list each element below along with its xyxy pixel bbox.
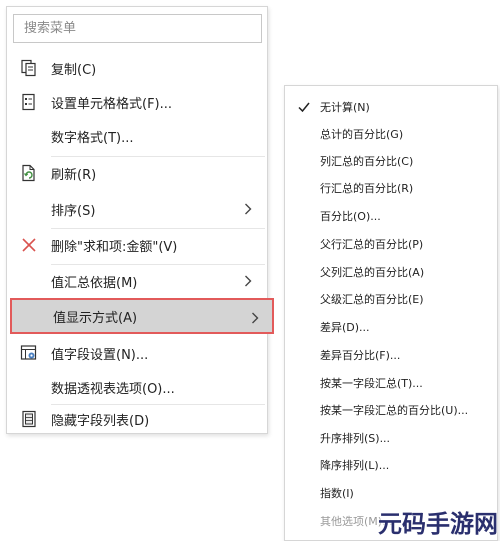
submenu-item[interactable]: 按某一字段汇总的百分比(U)... [285, 398, 497, 422]
menu-item-summarize-by[interactable]: 值汇总依据(M) [7, 265, 267, 297]
menu-item-label: 数字格式(T)... [51, 130, 134, 146]
context-menu: 复制(C) 设置单元格格式(F)... 数字格式(T)... [6, 6, 274, 435]
menu-item-label: 复制(C) [51, 62, 97, 78]
menu-item-show-values-as[interactable]: 值显示方式(A) [10, 298, 274, 334]
submenu-item-label: 按某一字段汇总(T)... [320, 377, 423, 390]
delete-x-icon [19, 235, 39, 255]
submenu-item-label: 父列汇总的百分比(A) [320, 266, 425, 279]
submenu-item-label: 差异百分比(F)... [320, 349, 401, 362]
menu-item-value-field-settings[interactable]: 值字段设置(N)... [7, 337, 267, 369]
format-cells-icon [19, 92, 39, 112]
submenu-item[interactable]: 指数(I) [285, 481, 497, 505]
submenu-item-label: 总计的百分比(G) [320, 128, 404, 141]
menu-item-label: 值字段设置(N)... [51, 347, 149, 363]
submenu-item[interactable]: 父列汇总的百分比(A) [285, 260, 497, 284]
checkmark-icon [298, 102, 310, 113]
watermark: 元码手游网 [376, 504, 498, 538]
submenu-item-label: 百分比(O)... [320, 210, 381, 223]
submenu-item[interactable]: 总计的百分比(G) [285, 122, 497, 146]
chevron-right-icon [248, 310, 262, 326]
menu-item-label: 设置单元格格式(F)... [51, 96, 173, 112]
menu-item-delete[interactable]: 删除"求和项:金额"(V) [7, 229, 267, 261]
menu-item-pivot-options[interactable]: 数据透视表选项(O)... [7, 371, 267, 403]
menu-item-refresh[interactable]: 刷新(R) [7, 157, 267, 189]
search-box[interactable] [13, 14, 262, 43]
submenu-item[interactable]: 按某一字段汇总(T)... [285, 371, 497, 395]
submenu-item-label: 按某一字段汇总的百分比(U)... [320, 404, 469, 417]
menu-item-label: 数据透视表选项(O)... [51, 381, 175, 397]
watermark-text: 元码手游网 [378, 509, 498, 538]
submenu-item[interactable]: 升序排列(S)... [285, 426, 497, 450]
menu-item-label: 值汇总依据(M) [51, 275, 138, 291]
submenu-item-label: 升序排列(S)... [320, 432, 391, 445]
menu-item-label: 排序(S) [51, 203, 96, 219]
submenu-item[interactable]: 列汇总的百分比(C) [285, 149, 497, 173]
screen: 复制(C) 设置单元格格式(F)... 数字格式(T)... [0, 0, 500, 541]
submenu-item-label: 无计算(N) [320, 101, 370, 114]
submenu-item[interactable]: 差异百分比(F)... [285, 343, 497, 367]
submenu-item-label: 父行汇总的百分比(P) [320, 238, 424, 251]
submenu-item-no-calculation[interactable]: 无计算(N) [285, 95, 497, 119]
submenu-item-label: 父级汇总的百分比(E) [320, 293, 424, 306]
submenu-item[interactable]: 行汇总的百分比(R) [285, 176, 497, 200]
submenu-item[interactable]: 父行汇总的百分比(P) [285, 232, 497, 256]
menu-item-hide-field-list[interactable]: 隐藏字段列表(D) [7, 403, 267, 435]
submenu-item-label: 指数(I) [320, 487, 354, 500]
menu-item-copy[interactable]: 复制(C) [7, 52, 267, 84]
search-input[interactable] [14, 15, 261, 42]
field-list-icon [19, 409, 39, 429]
chevron-right-icon [241, 201, 255, 217]
submenu-item-label: 降序排列(L)... [320, 459, 390, 472]
copy-icon [19, 58, 39, 78]
menu-item-label: 删除"求和项:金额"(V) [51, 239, 178, 255]
menu-item-sort[interactable]: 排序(S) [7, 193, 267, 225]
menu-item-label: 刷新(R) [51, 167, 97, 183]
submenu-show-values-as: 无计算(N) 总计的百分比(G) 列汇总的百分比(C) 行汇总的百分比(R) 百… [284, 85, 498, 541]
submenu-item-label: 行汇总的百分比(R) [320, 182, 414, 195]
menu-item-number-format[interactable]: 数字格式(T)... [7, 120, 267, 152]
submenu-item[interactable]: 百分比(O)... [285, 204, 497, 228]
submenu-item-label: 差异(D)... [320, 321, 370, 334]
menu-item-format-cells[interactable]: 设置单元格格式(F)... [7, 86, 267, 118]
field-settings-icon [19, 343, 39, 363]
submenu-item[interactable]: 差异(D)... [285, 315, 497, 339]
refresh-icon [19, 163, 39, 183]
menu-item-label: 值显示方式(A) [53, 310, 138, 326]
submenu-item[interactable]: 父级汇总的百分比(E) [285, 287, 497, 311]
chevron-right-icon [241, 273, 255, 289]
menu-item-label: 隐藏字段列表(D) [51, 413, 150, 429]
submenu-item[interactable]: 降序排列(L)... [285, 453, 497, 477]
submenu-item-label: 列汇总的百分比(C) [320, 155, 414, 168]
